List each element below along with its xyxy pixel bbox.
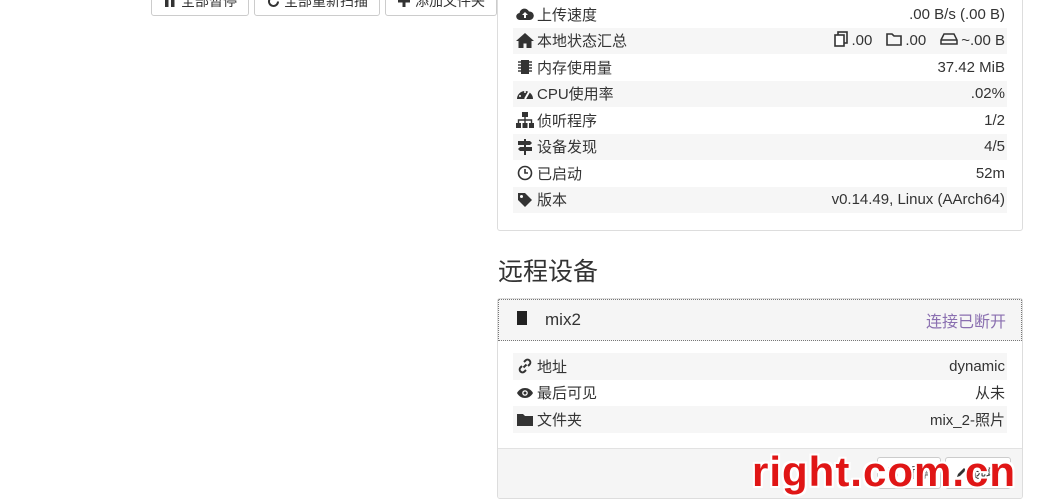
plus-icon (397, 0, 411, 8)
folders-label: 文件夹 (537, 411, 583, 429)
rescan-all-label: 全部重新扫描 (284, 0, 368, 9)
last-seen-label: 最后可见 (537, 385, 598, 403)
remote-device-status: 连接已断开 (925, 314, 1006, 331)
memory-chip-icon (515, 59, 534, 75)
eye-icon (515, 385, 534, 401)
listeners-row: 侦听程序 1/2 (513, 107, 1007, 134)
remote-devices-title: 远程设备 (498, 257, 599, 286)
pause-all-label: 全部暂停 (181, 0, 237, 9)
local-state-value: .00 .00 ~.00 B (826, 30, 1005, 51)
hdd-icon (940, 32, 958, 49)
address-row: 地址 dynamic (513, 353, 1007, 380)
ram-usage-value: 37.42 MiB (937, 58, 1005, 76)
local-state-label: 本地状态汇总 (537, 33, 628, 51)
refresh-icon (266, 0, 280, 8)
discovery-label: 设备发现 (537, 139, 598, 157)
clock-icon (515, 165, 534, 181)
gauge-icon (515, 86, 534, 102)
cloud-upload-icon (515, 6, 534, 22)
uptime-label: 已启动 (537, 165, 583, 183)
discovery-row: 设备发现 4/5 (513, 133, 1007, 160)
discovery-value[interactable]: 4/5 (984, 138, 1005, 155)
upload-rate-value: .00 B/s (.00 B) (909, 5, 1005, 23)
folder-actions-toolbar: 全部暂停 全部重新扫描 添加文件夹 (151, 0, 497, 16)
sitemap-icon (515, 112, 534, 129)
upload-rate-row: 上传速度 .00 B/s (.00 B) (513, 1, 1007, 28)
this-device-panel: 上传速度 .00 B/s (.00 B) 本地状态汇总 .00 .00 ~.00… (497, 0, 1023, 231)
home-icon (515, 33, 534, 49)
version-row: 版本 v0.14.49, Linux (AArch64) (513, 186, 1007, 213)
pause-all-button[interactable]: 全部暂停 (151, 0, 249, 16)
local-state-row: 本地状态汇总 .00 .00 ~.00 B (513, 27, 1007, 54)
version-label: 版本 (537, 192, 568, 210)
last-seen-row: 最后可见 从未 (513, 380, 1007, 407)
pause-icon (163, 0, 177, 8)
device-icon (517, 310, 527, 330)
add-folder-label: 添加文件夹 (415, 0, 485, 9)
local-files-count: .00 (834, 30, 872, 51)
local-folders-count: .00 (886, 32, 926, 50)
remote-device-header[interactable]: mix2 连接已断开 (498, 299, 1022, 341)
listeners-value[interactable]: 1/2 (984, 112, 1005, 129)
cpu-usage-value: .02% (970, 85, 1005, 103)
address-value: dynamic (949, 357, 1005, 375)
folders-value: mix_2-照片 (929, 411, 1005, 429)
address-label: 地址 (537, 358, 568, 376)
ram-usage-label: 内存使用量 (537, 59, 613, 77)
cpu-usage-label: CPU使用率 (537, 86, 614, 104)
listeners-label: 侦听程序 (537, 112, 598, 130)
ram-usage-row: 内存使用量 37.42 MiB (513, 54, 1007, 81)
rescan-all-button[interactable]: 全部重新扫描 (254, 0, 380, 16)
add-folder-button[interactable]: 添加文件夹 (385, 0, 497, 16)
folders-row: 文件夹 mix_2-照片 (513, 406, 1007, 433)
remote-device-name: mix2 (545, 310, 581, 329)
files-icon (834, 30, 849, 51)
version-value: v0.14.49, Linux (AArch64) (831, 191, 1005, 209)
tag-icon (515, 192, 534, 208)
upload-rate-label: 上传速度 (537, 6, 598, 24)
cpu-usage-row: CPU使用率 .02% (513, 80, 1007, 107)
signpost-icon (515, 138, 534, 155)
folder-outline-icon (886, 32, 903, 50)
link-icon (515, 358, 534, 374)
watermark-logo: right.com.cn (752, 448, 1017, 495)
local-size-total: ~.00 B (940, 32, 1005, 49)
uptime-value: 52m (975, 164, 1005, 182)
last-seen-value: 从未 (974, 385, 1005, 403)
folder-icon (515, 411, 534, 427)
uptime-row: 已启动 52m (513, 160, 1007, 187)
remote-device-details: 地址 dynamic 最后可见 从未 文件夹 mix_2-照片 (498, 341, 1022, 433)
